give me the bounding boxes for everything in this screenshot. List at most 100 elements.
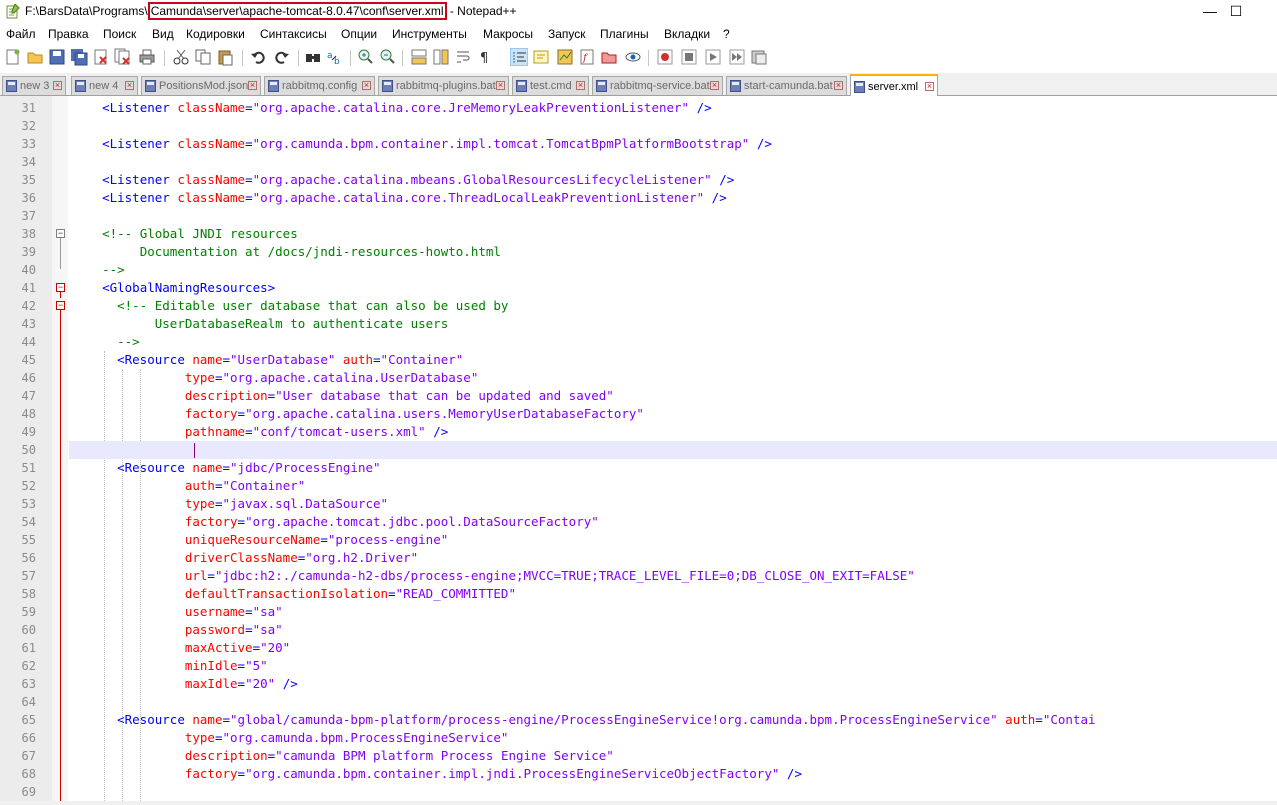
code-line[interactable]: 52 auth="Container" [0, 477, 1277, 495]
tab-close-icon[interactable]: × [834, 81, 843, 90]
code-line[interactable]: 58 defaultTransactionIsolation="READ_COM… [0, 585, 1277, 603]
tab-new-4[interactable]: new 4 × [71, 76, 138, 95]
menu-encoding[interactable]: Кодировки [186, 27, 245, 41]
zoom-in-icon[interactable] [356, 48, 374, 66]
code-line[interactable]: 47 description="User database that can b… [0, 387, 1277, 405]
code-line[interactable]: 42 <!-- Editable user database that can … [0, 297, 1277, 315]
menu-options[interactable]: Опции [341, 27, 377, 41]
tab-close-icon[interactable]: × [362, 81, 371, 90]
code-line[interactable]: 31 <Listener className="org.apache.catal… [0, 99, 1277, 117]
tab-server-xml[interactable]: server.xml × [850, 74, 938, 96]
show-all-chars-icon[interactable]: ¶ [476, 48, 494, 66]
tab-close-icon[interactable]: × [496, 81, 505, 90]
tab-test-cmd[interactable]: test.cmd × [512, 76, 589, 95]
doc-map-icon[interactable] [556, 48, 574, 66]
menu-language[interactable]: Синтаксисы [260, 27, 327, 41]
menu-help[interactable]: ? [723, 27, 730, 41]
code-line[interactable]: 60 password="sa" [0, 621, 1277, 639]
save-all-icon[interactable] [70, 48, 88, 66]
tab-close-icon[interactable]: × [248, 81, 257, 90]
cut-icon[interactable] [172, 48, 190, 66]
code-line[interactable]: 49 pathname="conf/tomcat-users.xml" /> [0, 423, 1277, 441]
text-editor[interactable]: − − − 31 <Listener className="org.apache… [0, 96, 1277, 805]
menu-macros[interactable]: Макросы [483, 27, 533, 41]
paste-icon[interactable] [216, 48, 234, 66]
code-line[interactable]: 67 description="camunda BPM platform Pro… [0, 747, 1277, 765]
find-icon[interactable] [304, 48, 322, 66]
print-icon[interactable] [138, 48, 156, 66]
new-file-icon[interactable] [4, 48, 22, 66]
tab-close-icon[interactable]: × [53, 81, 62, 90]
replace-icon[interactable]: ab [326, 48, 344, 67]
code-line[interactable]: 69 [0, 783, 1277, 801]
indent-guide-icon[interactable] [510, 48, 528, 66]
undo-icon[interactable] [250, 48, 268, 66]
code-line[interactable]: 36 <Listener className="org.apache.catal… [0, 189, 1277, 207]
tab-close-icon[interactable]: × [925, 82, 934, 91]
function-list-icon[interactable]: f [578, 48, 596, 66]
code-line[interactable]: 32 [0, 117, 1277, 135]
code-line[interactable]: 62 minIdle="5" [0, 657, 1277, 675]
code-line[interactable]: 56 driverClassName="org.h2.Driver" [0, 549, 1277, 567]
code-line[interactable]: 50 [0, 441, 1277, 459]
tab-close-icon[interactable]: × [125, 81, 134, 90]
sync-vertical-icon[interactable] [410, 48, 428, 66]
save-icon[interactable] [48, 48, 66, 66]
menu-plugins[interactable]: Плагины [600, 27, 649, 41]
word-wrap-icon[interactable] [454, 48, 472, 66]
close-icon[interactable] [92, 48, 110, 66]
save-macro-icon[interactable] [750, 48, 768, 66]
code-line[interactable]: 61 maxActive="20" [0, 639, 1277, 657]
code-line[interactable]: 35 <Listener className="org.apache.catal… [0, 171, 1277, 189]
code-line[interactable]: 55 uniqueResourceName="process-engine" [0, 531, 1277, 549]
open-file-icon[interactable] [26, 48, 44, 66]
code-line[interactable]: 68 factory="org.camunda.bpm.container.im… [0, 765, 1277, 783]
horizontal-scrollbar[interactable] [0, 801, 1277, 805]
run-macro-multiple-icon[interactable] [728, 48, 746, 66]
code-line[interactable]: 63 maxIdle="20" /> [0, 675, 1277, 693]
tab-rabbitmq-plugins-bat[interactable]: rabbitmq-plugins.bat × [378, 76, 509, 95]
copy-icon[interactable] [194, 48, 212, 66]
code-line[interactable]: 39 Documentation at /docs/jndi-resources… [0, 243, 1277, 261]
tab-rabbitmq-service-bat[interactable]: rabbitmq-service.bat × [592, 76, 723, 95]
code-line[interactable]: 43 UserDatabaseRealm to authenticate use… [0, 315, 1277, 333]
tab-new-3[interactable]: new 3 × [2, 76, 66, 95]
code-line[interactable]: 38 <!-- Global JNDI resources [0, 225, 1277, 243]
code-line[interactable]: 34 [0, 153, 1277, 171]
folder-workspace-icon[interactable] [600, 48, 618, 66]
maximize-button[interactable]: ☐ [1213, 0, 1259, 24]
code-line[interactable]: 54 factory="org.apache.tomcat.jdbc.pool.… [0, 513, 1277, 531]
code-line[interactable]: 45 <Resource name="UserDatabase" auth="C… [0, 351, 1277, 369]
tab-close-icon[interactable]: × [710, 81, 719, 90]
code-line[interactable]: 65 <Resource name="global/camunda-bpm-pl… [0, 711, 1277, 729]
menu-file[interactable]: Файл [6, 27, 36, 41]
tab-close-icon[interactable]: × [576, 81, 585, 90]
code-line[interactable]: 51 <Resource name="jdbc/ProcessEngine" [0, 459, 1277, 477]
menu-tools[interactable]: Инструменты [392, 27, 467, 41]
code-line[interactable]: 41 <GlobalNamingResources> [0, 279, 1277, 297]
code-line[interactable]: 57 url="jdbc:h2:./camunda-h2-dbs/process… [0, 567, 1277, 585]
code-line[interactable]: 53 type="javax.sql.DataSource" [0, 495, 1277, 513]
code-line[interactable]: 33 <Listener className="org.camunda.bpm.… [0, 135, 1277, 153]
monitoring-icon[interactable] [624, 48, 642, 66]
zoom-out-icon[interactable] [378, 48, 396, 66]
redo-icon[interactable] [272, 48, 290, 66]
menu-tabs[interactable]: Вкладки [664, 27, 710, 41]
code-line[interactable]: 46 type="org.apache.catalina.UserDatabas… [0, 369, 1277, 387]
close-all-icon[interactable] [114, 48, 132, 66]
code-line[interactable]: 44 --> [0, 333, 1277, 351]
menu-view[interactable]: Вид [152, 27, 174, 41]
sync-horizontal-icon[interactable] [432, 48, 450, 66]
code-line[interactable]: 66 type="org.camunda.bpm.ProcessEngineSe… [0, 729, 1277, 747]
stop-macro-icon[interactable] [680, 48, 698, 66]
play-macro-icon[interactable] [704, 48, 722, 66]
menu-run[interactable]: Запуск [548, 27, 586, 41]
record-macro-icon[interactable] [656, 48, 674, 66]
code-line[interactable]: 64 [0, 693, 1277, 711]
tab-positionsmod-json[interactable]: PositionsMod.json × [141, 76, 261, 95]
menu-search[interactable]: Поиск [103, 27, 136, 41]
tab-rabbitmq-config[interactable]: rabbitmq.config × [264, 76, 375, 95]
udl-icon[interactable] [532, 48, 550, 66]
menu-edit[interactable]: Правка [48, 27, 89, 41]
code-line[interactable]: 59 username="sa" [0, 603, 1277, 621]
